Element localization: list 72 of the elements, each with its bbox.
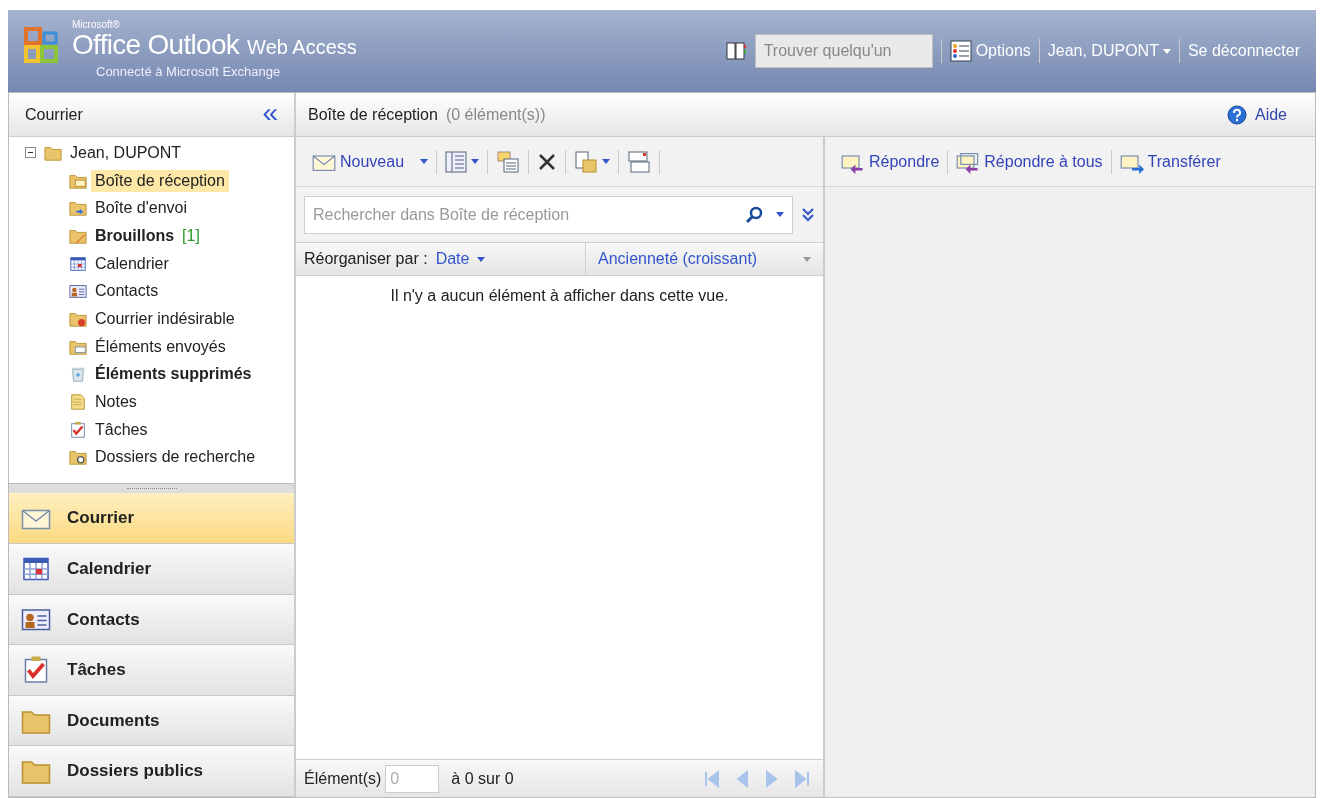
folder-item[interactable]: Contacts	[91, 280, 163, 303]
folder-item[interactable]: Dossiers de recherche	[91, 446, 260, 469]
message-action-button[interactable]: Répondre	[841, 149, 940, 174]
folder-move-button[interactable]	[574, 149, 611, 174]
new-button[interactable]: Nouveau	[312, 149, 405, 174]
folder-item[interactable]: Éléments envoyés	[91, 335, 230, 358]
trash-bin-icon	[69, 365, 87, 384]
sort-field-dropdown[interactable]: Date	[435, 247, 486, 271]
nav-button[interactable]: Courrier	[9, 493, 294, 545]
folder-item[interactable]: Éléments supprimés	[91, 363, 256, 386]
nav-button[interactable]: Dossiers publics	[9, 746, 294, 797]
search-box[interactable]: Rechercher dans Boîte de réception	[304, 195, 793, 234]
dropdown-caret-icon	[602, 159, 611, 164]
message-list-button[interactable]	[627, 149, 652, 174]
empty-message: Il n'y a aucun élément à afficher dans cette vue.	[390, 286, 729, 306]
nav-button[interactable]: Tâches	[9, 645, 294, 696]
dropdown-caret-icon	[471, 159, 480, 164]
close-x-icon	[537, 151, 558, 172]
folder-item[interactable]: Tâches	[91, 418, 152, 441]
address-book-icon	[724, 41, 747, 61]
nav-button[interactable]: Contacts	[9, 594, 294, 646]
sort-order-dropdown[interactable]: Ancienneté (croissant)	[586, 247, 823, 271]
clipboard-check-icon	[69, 420, 87, 439]
note-icon	[69, 393, 87, 412]
contact-card-icon	[69, 282, 87, 301]
double-chevron-down-icon	[801, 206, 815, 223]
sort-label: Réorganiser par :	[304, 249, 428, 269]
folder-icon	[69, 199, 87, 218]
collapse-button[interactable]: «	[262, 98, 278, 131]
dropdown-caret-icon	[776, 212, 784, 217]
collapse-toggle[interactable]	[25, 147, 36, 159]
help-icon	[1226, 104, 1247, 125]
connection-status: Connecté à Microsoft Exchange	[96, 63, 282, 82]
folder-item[interactable]: Boîte d'envoi	[91, 197, 191, 220]
sidebar-title: Courrier	[25, 104, 83, 125]
folder-item[interactable]: Brouillons	[91, 224, 179, 247]
unread-count: [1]	[182, 225, 200, 246]
folder-item[interactable]: Calendrier	[91, 252, 173, 275]
resize-grip[interactable]	[9, 483, 294, 494]
folder-item[interactable]: Courrier indésirable	[91, 307, 239, 330]
pager-label: Élément(s)	[304, 768, 382, 789]
brand-small-text: Microsoft®	[72, 20, 121, 31]
columns-icon	[445, 150, 468, 173]
message-action-button[interactable]: Répondre à tous	[956, 149, 1103, 174]
envelope-list-icon	[496, 149, 521, 174]
list-icon	[949, 40, 972, 62]
folder-title: Boîte de réception	[308, 104, 438, 125]
message-action-button[interactable]: Transférer	[1119, 149, 1221, 174]
view-button[interactable]	[445, 150, 480, 173]
clipboard-folder-icon	[574, 149, 599, 174]
nav-button[interactable]: Documents	[9, 695, 294, 747]
move-button[interactable]	[496, 149, 521, 174]
folder-item[interactable]: Notes	[91, 391, 141, 414]
help-link[interactable]: Aide	[1254, 102, 1287, 127]
delete-button[interactable]	[537, 151, 558, 172]
dropdown-caret-icon	[477, 256, 486, 262]
product-name: Office Outlook	[72, 30, 240, 61]
product-suffix: Web Access	[247, 35, 357, 61]
pager-range: à 0 sur 0	[451, 768, 514, 789]
folder-item[interactable]: Boîte de réception	[91, 169, 229, 192]
folder-magnifier-icon	[69, 448, 87, 467]
item-count: (0 élément(s))	[445, 104, 546, 125]
page-field[interactable]: 0	[385, 764, 440, 793]
folder-item[interactable]: Jean, DUPONT	[66, 141, 186, 164]
calendar-icon	[69, 254, 87, 273]
find-person-field[interactable]: Trouver quelqu'un	[754, 34, 933, 68]
dropdown-caret-icon	[803, 256, 811, 262]
dropdown-caret-icon	[420, 159, 429, 164]
search-icon	[744, 204, 764, 225]
dropdown-caret-icon	[1162, 48, 1171, 54]
nav-button[interactable]: Calendrier	[9, 544, 294, 595]
stacked-messages-icon	[627, 149, 652, 174]
